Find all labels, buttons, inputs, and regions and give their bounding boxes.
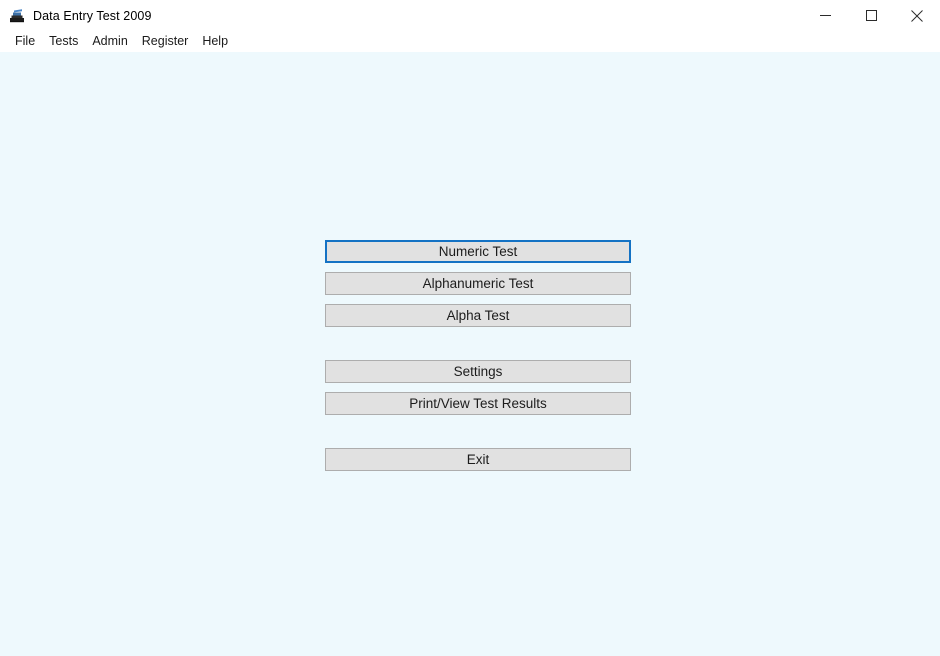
menu-item-admin[interactable]: Admin — [85, 32, 134, 51]
print-view-test-results-button[interactable]: Print/View Test Results — [325, 392, 631, 415]
alpha-test-button[interactable]: Alpha Test — [325, 304, 631, 327]
menu-item-file[interactable]: File — [8, 32, 42, 51]
client-area: Numeric Test Alphanumeric Test Alpha Tes… — [0, 52, 940, 656]
menu-item-register[interactable]: Register — [135, 32, 196, 51]
main-menu-button-panel: Numeric Test Alphanumeric Test Alpha Tes… — [325, 240, 631, 471]
window-controls — [802, 0, 940, 31]
minimize-button[interactable] — [802, 0, 848, 31]
menu-item-tests[interactable]: Tests — [42, 32, 85, 51]
menu-bar: File Tests Admin Register Help — [0, 31, 940, 52]
alphanumeric-test-button[interactable]: Alphanumeric Test — [325, 272, 631, 295]
window-title: Data Entry Test 2009 — [33, 8, 152, 23]
title-bar[interactable]: Data Entry Test 2009 — [0, 0, 940, 31]
maximize-button[interactable] — [848, 0, 894, 31]
settings-button[interactable]: Settings — [325, 360, 631, 383]
numeric-test-button[interactable]: Numeric Test — [325, 240, 631, 263]
menu-item-help[interactable]: Help — [195, 32, 235, 51]
typewriter-icon — [10, 8, 24, 22]
exit-button[interactable]: Exit — [325, 448, 631, 471]
application-window: Data Entry Test 2009 File Tests Admin Re… — [0, 0, 940, 656]
close-button[interactable] — [894, 0, 940, 31]
